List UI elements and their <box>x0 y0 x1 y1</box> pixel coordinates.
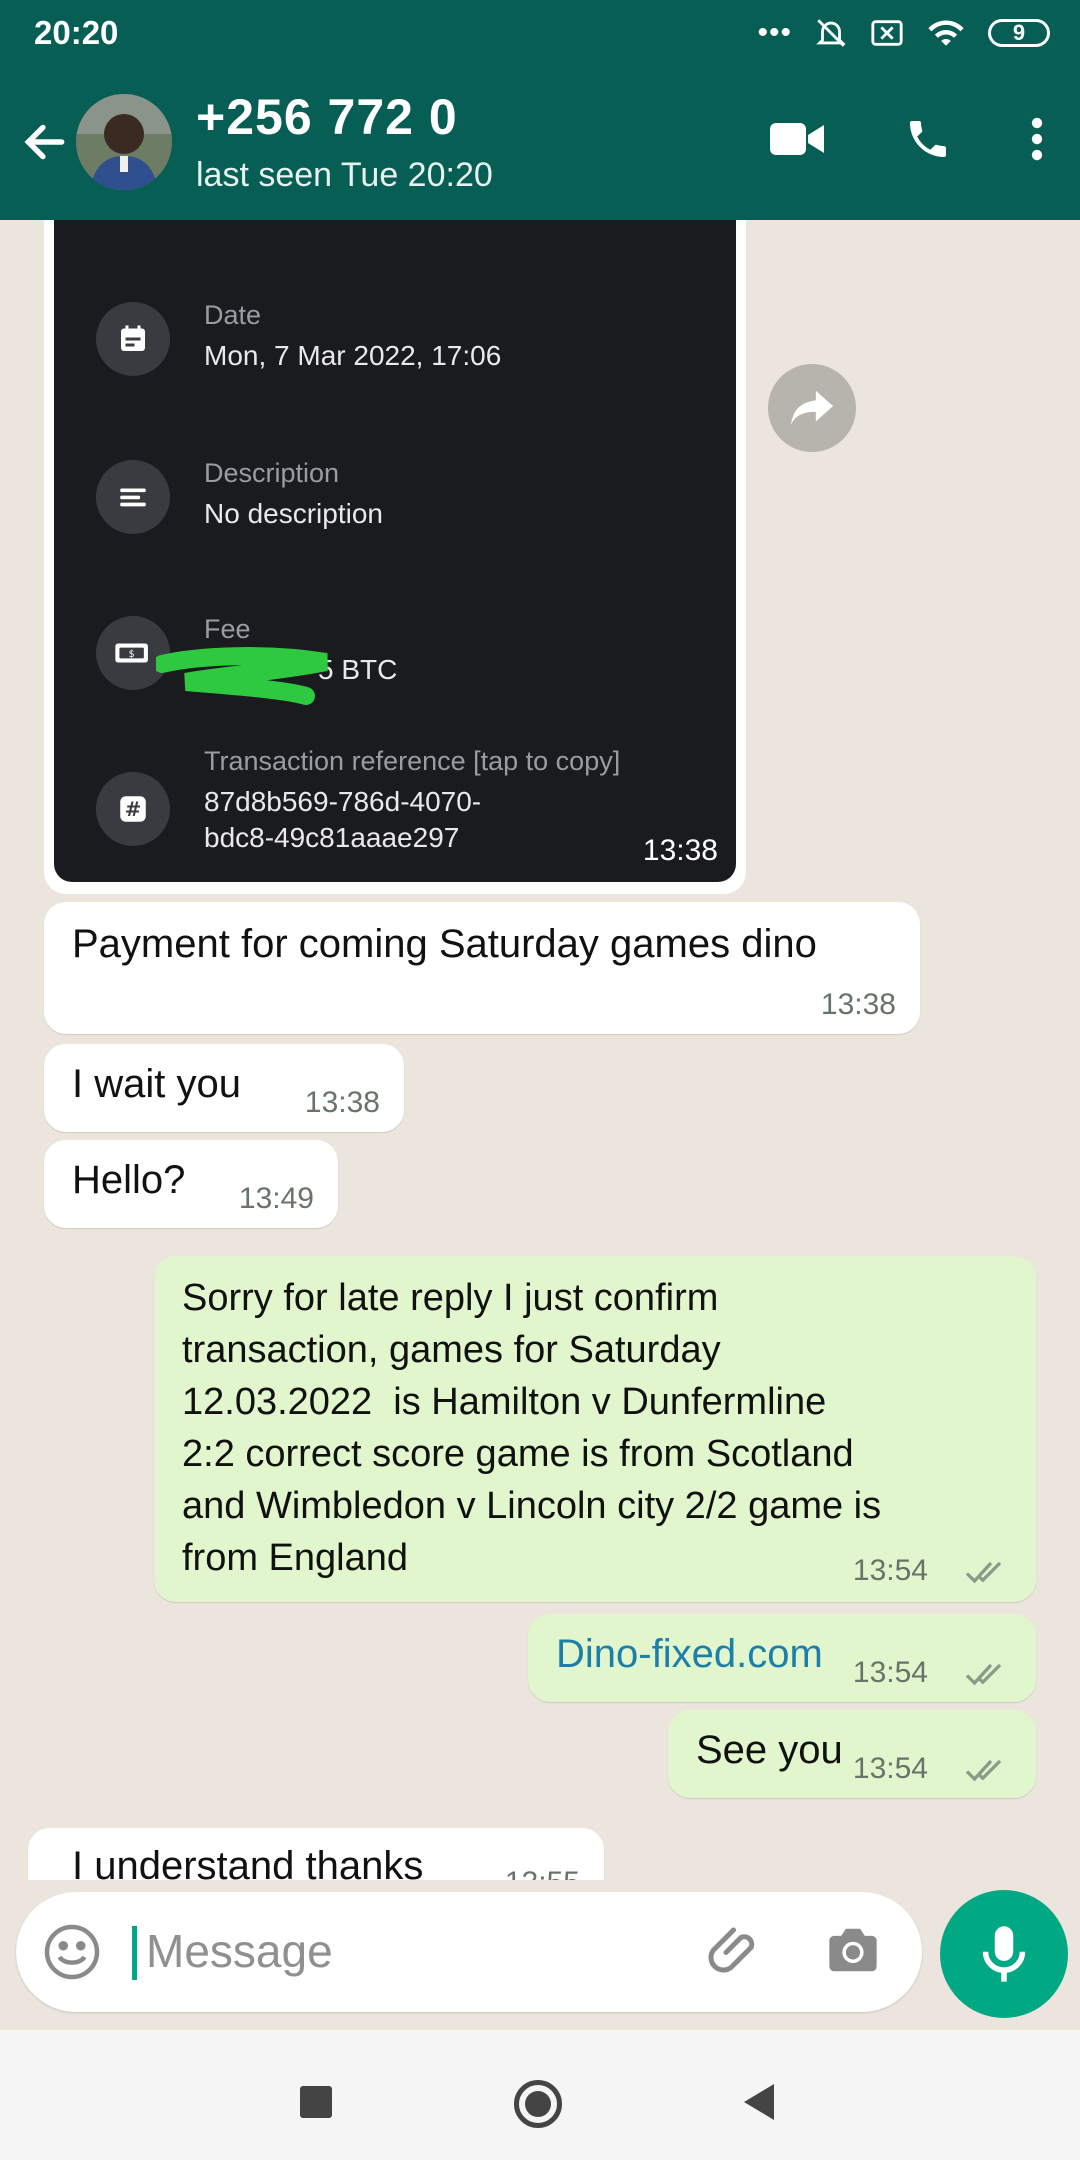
image-message-bubble[interactable]: Date Mon, 7 Mar 2022, 17:06 Description … <box>44 220 746 894</box>
row-value: Mon, 7 Mar 2022, 17:06 <box>204 340 502 371</box>
svg-text:$: $ <box>129 649 135 660</box>
battery-indicator: 9 <box>988 19 1050 47</box>
row-label: Transaction reference [tap to copy] <box>204 746 621 776</box>
row-label: Description <box>204 458 340 488</box>
chat-area[interactable]: Date Mon, 7 Mar 2022, 17:06 Description … <box>0 220 1080 1880</box>
read-receipt-icon <box>965 1561 1002 1584</box>
header-actions <box>770 115 1044 163</box>
composer-area <box>0 1880 1080 2030</box>
outgoing-message[interactable]: Sorry for late reply I just confirm tran… <box>154 1256 1036 1602</box>
message-link[interactable]: Dino-fixed.com <box>556 1632 823 1677</box>
incoming-message[interactable]: Hello? 13:49 <box>44 1140 338 1228</box>
recents-button[interactable] <box>300 2086 332 2118</box>
camera-icon[interactable] <box>824 1924 882 1976</box>
sim-x-icon <box>871 20 903 46</box>
read-receipt-icon <box>965 1759 1002 1782</box>
row-value: 87d8b569-786d-4070- bdc8-49c81aaae297 <box>204 786 482 853</box>
read-receipt-icon <box>965 1663 1002 1686</box>
hash-icon: # <box>96 772 170 846</box>
message-time: 13:54 <box>852 1656 928 1689</box>
message-composer[interactable] <box>16 1892 922 2012</box>
row-value: No description <box>204 498 383 529</box>
home-dot <box>525 2091 551 2117</box>
contact-name[interactable]: +256 772 0 <box>196 88 458 146</box>
forward-button[interactable] <box>768 364 856 452</box>
message-time: 13:38 <box>642 834 718 867</box>
microphone-icon <box>982 1926 1026 1982</box>
message-time: 13:38 <box>304 1086 380 1119</box>
row-label: Fee <box>204 614 251 644</box>
system-nav-bar <box>0 2030 1080 2160</box>
forward-icon <box>790 390 834 426</box>
message-text: Sorry for late reply I just confirm tran… <box>182 1277 882 1579</box>
transaction-screenshot[interactable]: Date Mon, 7 Mar 2022, 17:06 Description … <box>54 220 736 882</box>
message-text: Payment for coming Saturday games dino <box>72 922 817 966</box>
outgoing-message[interactable]: See you 13:54 <box>668 1710 1036 1798</box>
system-back-button[interactable] <box>744 2084 774 2120</box>
more-dots-icon: ••• <box>757 16 792 49</box>
message-time: 13:49 <box>238 1182 314 1215</box>
contact-avatar[interactable] <box>76 94 172 190</box>
home-button[interactable] <box>514 2080 562 2128</box>
calendar-icon <box>96 302 170 376</box>
battery-level: 9 <box>1012 20 1026 45</box>
status-icons: ••• 9 <box>757 16 1050 50</box>
description-icon <box>96 460 170 534</box>
emoji-icon[interactable] <box>42 1922 102 1982</box>
message-time: 13:54 <box>852 1752 928 1785</box>
incoming-message[interactable]: I understand thanks 13:55 <box>28 1828 604 1880</box>
video-call-icon[interactable] <box>770 119 826 159</box>
message-time: 13:55 <box>505 1866 580 1880</box>
message-input[interactable] <box>144 1918 688 1984</box>
status-time: 20:20 <box>34 14 119 51</box>
message-text: I understand thanks <box>72 1844 424 1880</box>
message-text: Hello? <box>72 1158 186 1202</box>
top-bar: 20:20 ••• 9 +256 772 0 last seen Tue 20:… <box>0 0 1080 220</box>
mute-bell-icon <box>816 19 846 47</box>
phone-call-icon[interactable] <box>904 115 952 163</box>
outgoing-message[interactable]: Dino-fixed.com 13:54 <box>528 1614 1036 1702</box>
back-arrow-icon[interactable] <box>20 117 70 167</box>
incoming-message[interactable]: Payment for coming Saturday games dino 1… <box>44 902 920 1034</box>
row-label: Date <box>204 300 262 330</box>
voice-record-button[interactable] <box>940 1890 1068 2018</box>
wifi-icon <box>928 20 964 46</box>
message-time: 13:54 <box>852 1554 928 1587</box>
more-options-icon[interactable] <box>1030 115 1044 163</box>
incoming-message[interactable]: I wait you 13:38 <box>44 1044 404 1132</box>
attach-clip-icon[interactable] <box>706 1920 766 1980</box>
avatar-photo <box>76 94 172 190</box>
message-text: See you <box>696 1728 843 1772</box>
message-time: 13:38 <box>820 988 896 1021</box>
message-text: I wait you <box>72 1062 241 1106</box>
text-caret <box>132 1926 137 1980</box>
last-seen-status: last seen Tue 20:20 <box>196 156 493 194</box>
redaction-scribble <box>156 647 328 705</box>
svg-text:#: # <box>125 798 142 821</box>
